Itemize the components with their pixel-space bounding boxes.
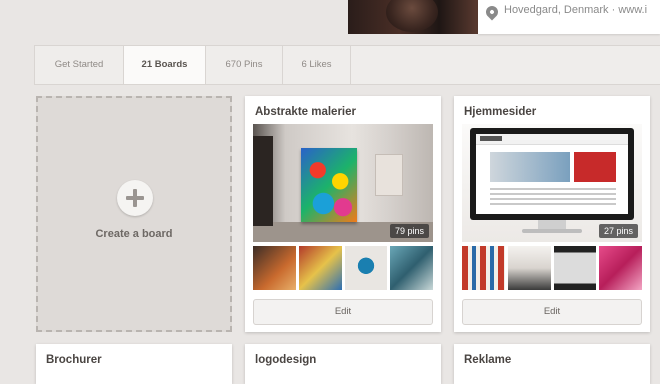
board-title: Brochurer <box>46 354 102 366</box>
thumbnail[interactable] <box>344 246 388 290</box>
create-board-card[interactable]: Create a board <box>36 96 232 332</box>
website-hero <box>490 152 570 182</box>
edit-button[interactable]: Edit <box>462 299 642 325</box>
thumbnail[interactable] <box>390 246 433 290</box>
thumbnail[interactable] <box>298 246 342 290</box>
board-title: logodesign <box>255 354 317 366</box>
thumbnail[interactable] <box>553 246 597 290</box>
plus-icon[interactable] <box>117 180 153 216</box>
thumbnail[interactable] <box>507 246 551 290</box>
abstract-painting <box>301 148 357 222</box>
profile-cover-image <box>348 0 478 34</box>
thumbnail[interactable] <box>462 246 505 290</box>
profile-photo <box>386 0 438 32</box>
door <box>253 136 273 226</box>
website-screenshot <box>476 134 628 214</box>
board-card-abstrakte-malerier[interactable]: Abstrakte malerier 79 pins Edit <box>245 96 441 332</box>
website-logo <box>480 136 502 141</box>
edit-button[interactable]: Edit <box>253 299 433 325</box>
board-card-hjemmesider[interactable]: Hjemmesider 27 pins Edit <box>454 96 650 332</box>
board-card-logodesign[interactable]: logodesign <box>245 344 441 384</box>
tab-pins[interactable]: 670 Pins <box>206 46 283 84</box>
board-card-brochurer[interactable]: Brochurer <box>36 344 232 384</box>
monitor <box>470 128 634 220</box>
tab-likes[interactable]: 6 Likes <box>283 46 351 84</box>
location-text: Hovedgard, Denmark · www.i <box>504 4 648 16</box>
board-thumbnails <box>462 246 642 290</box>
profile-tabs: Get Started 21 Boards 670 Pins 6 Likes <box>34 45 660 85</box>
website-text-lines <box>490 188 616 208</box>
board-card-reklame[interactable]: Reklame <box>454 344 650 384</box>
profile-location: Hovedgard, Denmark · www.i <box>478 0 660 34</box>
board-title: Abstrakte malerier <box>255 106 356 118</box>
board-thumbnails <box>253 246 433 290</box>
location-pin-icon <box>483 3 501 21</box>
thumbnail[interactable] <box>253 246 296 290</box>
board-title: Hjemmesider <box>464 106 537 118</box>
create-board-label: Create a board <box>95 228 173 240</box>
board-cover-image[interactable]: 27 pins <box>462 124 642 242</box>
thumbnail[interactable] <box>599 246 642 290</box>
pin-count-badge: 27 pins <box>598 224 638 238</box>
board-title: Reklame <box>464 354 512 366</box>
monitor-base <box>522 229 582 233</box>
small-frame <box>375 154 403 196</box>
tab-boards[interactable]: 21 Boards <box>124 46 206 84</box>
website-banner <box>574 152 616 182</box>
tab-get-started[interactable]: Get Started <box>35 46 124 84</box>
pin-count-badge: 79 pins <box>389 224 429 238</box>
board-cover-image[interactable]: 79 pins <box>253 124 433 242</box>
